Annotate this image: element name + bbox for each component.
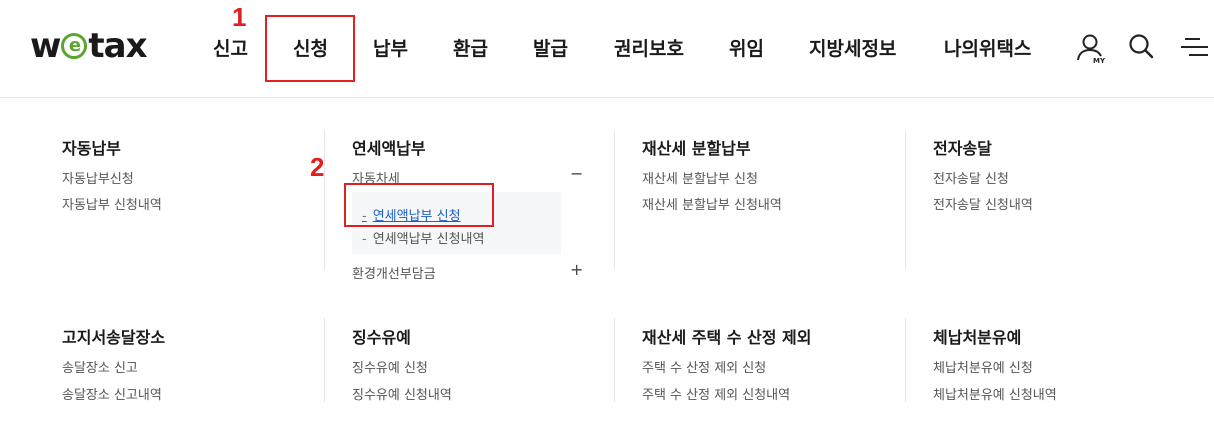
search-icon[interactable]: [1128, 32, 1158, 62]
section-title-house-count-exclusion: 재산세 주택 수 산정 제외: [642, 328, 812, 347]
nav-item-my-wetax[interactable]: 나의위택스: [944, 34, 1031, 61]
column-divider: [905, 318, 906, 402]
section-title-annual-pay: 연세액납부: [352, 139, 426, 158]
submenu-label-env-charge[interactable]: 환경개선부담금: [352, 263, 436, 282]
annotation-number-1: 1: [232, 2, 247, 32]
section-title-property-installment: 재산세 분할납부: [642, 139, 751, 158]
link-collection-deferral-history[interactable]: 징수유예 신청내역: [352, 384, 452, 403]
logo-e-circle: e: [61, 33, 88, 59]
link-auto-pay-history[interactable]: 자동납부 신청내역: [62, 194, 162, 213]
my-badge: MY: [1093, 57, 1106, 65]
site-header: w e tax 신고 신청 납부 환급 발급 권리보호 위임 지방세정보 나의위…: [0, 0, 1214, 98]
link-disposition-deferral-history[interactable]: 체납처분유예 신청내역: [933, 384, 1057, 403]
column-divider: [905, 130, 906, 270]
link-e-delivery-history[interactable]: 전자송달 신청내역: [933, 194, 1033, 213]
menu-icon[interactable]: [1180, 32, 1210, 62]
link-annual-pay-history[interactable]: - 연세액납부 신청내역: [362, 228, 484, 247]
nav-item-report[interactable]: 신고: [213, 34, 248, 61]
nav-item-issue[interactable]: 발급: [533, 34, 568, 61]
annotation-box-2: [344, 183, 494, 227]
link-e-delivery-apply[interactable]: 전자송달 신청: [933, 168, 1009, 187]
column-divider: [614, 130, 615, 270]
nav-item-rights[interactable]: 권리보호: [614, 34, 684, 61]
column-divider: [324, 130, 325, 270]
nav-item-delegate[interactable]: 위임: [729, 34, 764, 61]
link-house-count-exclusion-history[interactable]: 주택 수 산정 제외 신청내역: [642, 384, 790, 403]
nav-item-pay[interactable]: 납부: [373, 34, 408, 61]
link-notice-address-report[interactable]: 송달장소 신고: [62, 357, 138, 376]
section-title-auto-pay: 자동납부: [62, 139, 121, 158]
link-property-installment-apply[interactable]: 재산세 분할납부 신청: [642, 168, 758, 187]
column-divider: [324, 318, 325, 402]
section-title-collection-deferral: 징수유예: [352, 328, 411, 347]
link-collection-deferral-apply[interactable]: 징수유예 신청: [352, 357, 428, 376]
section-title-e-delivery: 전자송달: [933, 139, 992, 158]
link-notice-address-history[interactable]: 송달장소 신고내역: [62, 384, 162, 403]
link-property-installment-history[interactable]: 재산세 분할납부 신청내역: [642, 194, 782, 213]
wetax-logo[interactable]: w e tax: [30, 26, 148, 66]
logo-prefix: w: [30, 26, 61, 66]
column-divider: [614, 318, 615, 402]
section-title-disposition-deferral: 체납처분유예: [933, 328, 1022, 347]
logo-suffix: tax: [88, 26, 147, 66]
annotation-box-1: [265, 15, 355, 82]
section-title-notice-address: 고지서송달장소: [62, 328, 166, 347]
annotation-number-2: 2: [310, 152, 325, 182]
collapse-toggle-car-tax[interactable]: −: [570, 164, 583, 183]
link-disposition-deferral-apply[interactable]: 체납처분유예 신청: [933, 357, 1033, 376]
dash-bullet: -: [362, 232, 367, 247]
link-house-count-exclusion-apply[interactable]: 주택 수 산정 제외 신청: [642, 357, 766, 376]
expand-toggle-env-charge[interactable]: +: [570, 260, 583, 279]
link-auto-pay-apply[interactable]: 자동납부신청: [62, 168, 134, 187]
my-page-icon[interactable]: MY: [1076, 32, 1106, 65]
nav-item-local-tax-info[interactable]: 지방세정보: [809, 34, 896, 61]
nav-item-refund[interactable]: 환급: [453, 34, 488, 61]
link-annual-pay-history-label: 연세액납부 신청내역: [372, 232, 485, 247]
